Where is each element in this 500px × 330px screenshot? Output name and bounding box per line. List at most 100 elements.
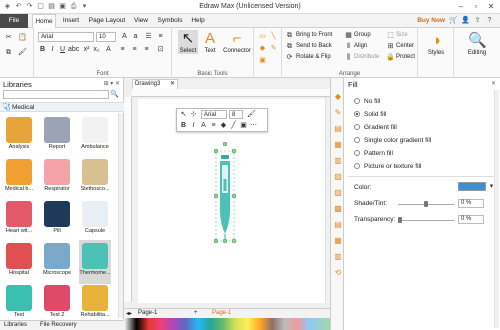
cart-icon[interactable]: 🛒 <box>449 16 458 25</box>
library-search-input[interactable] <box>3 90 109 99</box>
buy-now-link[interactable]: Buy Now <box>417 14 445 28</box>
underline-icon[interactable]: U <box>58 45 67 54</box>
document-tab[interactable]: Drawing3 ✕ <box>132 79 178 89</box>
share-icon[interactable]: ⇪ <box>473 16 482 25</box>
shade-tint-knob[interactable] <box>424 201 428 207</box>
font-size-select[interactable]: 10 <box>96 32 116 42</box>
line-color-icon[interactable]: ✎ <box>269 44 278 53</box>
text-color-icon[interactable]: A <box>104 45 113 54</box>
close-tab-icon[interactable]: ✕ <box>170 80 175 89</box>
rotate-flip-button[interactable]: Rotate & Flip <box>296 53 331 62</box>
option-no-fill[interactable]: No fill <box>354 98 380 105</box>
line-panel-icon[interactable]: ✎ <box>333 108 343 118</box>
library-shape-item[interactable]: Microscope <box>41 240 73 284</box>
shade-tint-input[interactable]: 0 % <box>458 199 484 208</box>
text-options-icon[interactable]: ⊡ <box>156 45 165 54</box>
tab-file-recovery[interactable]: File Recovery <box>40 322 77 328</box>
connection-point-icon[interactable]: ⊹ <box>189 110 198 119</box>
floating-fill-icon[interactable]: ◆ <box>219 121 228 130</box>
subscript-icon[interactable]: x₂ <box>92 45 101 54</box>
shadow-icon[interactable]: ▣ <box>258 56 267 65</box>
floating-align-icon[interactable]: ≡ <box>209 121 218 130</box>
color-palette-bar[interactable] <box>124 318 330 330</box>
hyperlink-panel-icon[interactable]: ▧ <box>333 172 343 182</box>
menu-symbols[interactable]: Symbols <box>154 14 186 28</box>
library-shape-item[interactable]: Ambulance <box>79 114 111 158</box>
bullets-icon[interactable]: ☰ <box>144 32 153 41</box>
floating-shadow-icon[interactable]: ▣ <box>239 121 248 130</box>
transparency-knob[interactable] <box>398 217 402 223</box>
library-shape-item[interactable]: Stethosco... <box>79 156 111 200</box>
libraries-panel-controls[interactable]: ⊞ ▾ ✕ <box>104 80 120 87</box>
option-single-color-gradient-fill[interactable]: Single color gradient fill <box>354 137 431 144</box>
note-panel-icon[interactable]: ▩ <box>333 204 343 214</box>
superscript-icon[interactable]: x² <box>82 45 91 54</box>
menu-insert[interactable]: Insert <box>58 14 84 28</box>
maximize-button[interactable]: ▫ <box>469 1 483 12</box>
option-gradient-fill[interactable]: Gradient fill <box>354 124 397 131</box>
category-medical[interactable]: 🩺 Medical <box>0 102 124 112</box>
add-page-icon[interactable]: + <box>194 310 198 316</box>
search-icon[interactable]: 🔍 <box>110 90 119 99</box>
floating-more-icon[interactable]: ⋯ <box>249 121 258 130</box>
library-shape-item[interactable]: Heart wit... <box>3 198 35 242</box>
menu-view[interactable]: View <box>130 14 152 28</box>
floating-font-select[interactable]: Arial <box>201 110 227 119</box>
close-button[interactable]: ✕ <box>484 1 498 12</box>
library-shape-item[interactable]: Report <box>41 114 73 158</box>
align-button[interactable]: Align <box>354 42 367 51</box>
library-shape-item[interactable]: Capsule <box>79 198 111 242</box>
rectangle-icon[interactable]: ▭ <box>258 32 267 41</box>
option-picture-fill[interactable]: Picture or texture fill <box>354 163 421 170</box>
floating-font-color-icon[interactable]: A <box>199 121 208 130</box>
editing-button[interactable]: 🔍 Editing <box>460 32 494 56</box>
grow-font-icon[interactable]: A <box>120 32 129 41</box>
image-panel-icon[interactable]: ▦ <box>333 140 343 150</box>
attachment-panel-icon[interactable]: ▨ <box>333 188 343 198</box>
floating-size-select[interactable]: 8 <box>229 110 243 119</box>
minimize-button[interactable]: – <box>454 1 468 12</box>
option-pattern-fill[interactable]: Pattern fill <box>354 150 393 157</box>
align-right-icon[interactable]: ≡ <box>142 45 151 54</box>
option-solid-fill[interactable]: Solid fill <box>354 111 386 118</box>
group-button[interactable]: Group <box>354 31 371 40</box>
library-scrollbar[interactable] <box>118 113 123 318</box>
text-button[interactable]: A Text <box>200 30 220 54</box>
fill-panel-scrollbar[interactable] <box>494 90 499 328</box>
line-icon[interactable]: ╲ <box>269 32 278 41</box>
menu-home[interactable]: Home <box>32 14 56 28</box>
data-panel-icon[interactable]: ▥ <box>333 252 343 262</box>
bring-to-front-button[interactable]: Bring to Front <box>296 31 332 40</box>
paste-icon[interactable]: 📋 <box>18 33 27 42</box>
active-page-tab[interactable]: Page-1 <box>212 310 231 316</box>
distribute-button[interactable]: Distribute <box>354 53 379 62</box>
library-shape-item[interactable]: Analysis <box>3 114 35 158</box>
fill-bucket-icon[interactable]: ◆ <box>258 44 267 53</box>
page-panel-icon[interactable]: ▦ <box>333 236 343 246</box>
floating-bold-icon[interactable]: B <box>179 121 188 130</box>
library-shape-item[interactable]: Thermome... <box>79 240 111 284</box>
send-to-back-button[interactable]: Send to Back <box>296 42 332 51</box>
tab-libraries[interactable]: Libraries <box>4 322 27 328</box>
layer-panel-icon[interactable]: ▥ <box>333 156 343 166</box>
styles-button[interactable]: ◑ Styles <box>422 32 450 56</box>
library-shape-item[interactable]: Hospital <box>3 240 35 284</box>
menu-page-layout[interactable]: Page Layout <box>86 14 128 28</box>
page-tab[interactable]: Page-1 <box>138 310 157 316</box>
fill-color-picker[interactable] <box>458 182 486 191</box>
select-tool-icon[interactable]: ↖ <box>179 110 188 119</box>
menu-help[interactable]: Help <box>188 14 208 28</box>
align-left-icon[interactable]: ≡ <box>118 45 127 54</box>
strikethrough-icon[interactable]: abc <box>68 45 79 54</box>
fill-panel-icon[interactable]: ◆ <box>333 92 343 102</box>
page-nav-icon[interactable]: ◂▸ <box>126 310 132 317</box>
format-painter-icon[interactable]: 🖌 <box>18 48 27 57</box>
menu-file[interactable]: File <box>0 14 28 28</box>
size-button[interactable]: Size <box>396 31 408 40</box>
cut-icon[interactable]: ✂ <box>4 33 13 42</box>
bold-icon[interactable]: B <box>38 45 47 54</box>
align-center-icon[interactable]: ≡ <box>130 45 139 54</box>
library-shape-item[interactable]: Respirator <box>41 156 73 200</box>
protect-button[interactable]: Protect <box>396 53 415 62</box>
library-shape-item[interactable]: Pill <box>41 198 73 242</box>
